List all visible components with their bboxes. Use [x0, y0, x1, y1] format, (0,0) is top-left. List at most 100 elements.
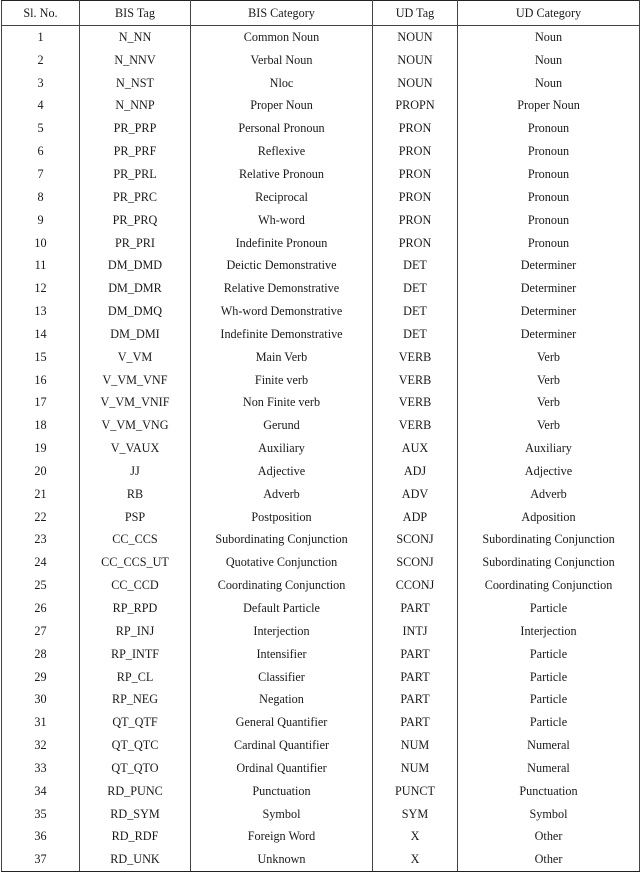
- cell-sl-no: 36: [1, 825, 80, 849]
- cell-ud-tag: VERB: [372, 414, 458, 438]
- cell-ud-tag: PRON: [372, 140, 458, 164]
- cell-ud-category: Pronoun: [457, 163, 640, 186]
- cell-ud-category: Particle: [457, 597, 640, 620]
- cell-sl-no: 5: [1, 117, 80, 141]
- cell-bis-tag: RD_UNK: [79, 848, 191, 872]
- cell-ud-category: Proper Noun: [457, 94, 640, 118]
- cell-ud-tag: DET: [372, 277, 458, 301]
- cell-bis-category: Main Verb: [190, 345, 373, 369]
- cell-bis-category: Adverb: [190, 482, 373, 506]
- table-row: 17 V_VM_VNIF Non Finite verb VERB Verb: [1, 391, 640, 415]
- table-row: 23 CC_CCS Subordinating Conjunction SCONJ Su…: [1, 528, 640, 552]
- cell-sl-no: 35: [1, 802, 80, 826]
- cell-sl-no: 27: [1, 619, 80, 643]
- cell-bis-tag: RP_INTF: [79, 642, 191, 666]
- table-row: 22 PSP Postposition ADP Adposition: [1, 505, 640, 529]
- cell-bis-tag: N_NNP: [79, 94, 191, 118]
- cell-sl-no: 9: [1, 208, 80, 232]
- cell-ud-category: Adverb: [457, 482, 640, 506]
- table-row: 20 JJ Adjective ADJ Adjective: [1, 460, 640, 483]
- cell-ud-tag: PRON: [372, 208, 458, 232]
- cell-bis-tag: PSP: [79, 505, 191, 529]
- table-row: 34 RD_PUNC Punctuation PUNCT Punctuation: [1, 779, 640, 803]
- cell-sl-no: 29: [1, 665, 80, 689]
- cell-bis-tag: QT_QTC: [79, 734, 191, 757]
- table-row: 13 DM_DMQ Wh-word Demonstrative DET Determin…: [1, 300, 640, 323]
- cell-ud-category: Particle: [457, 688, 640, 712]
- table-row: 32 QT_QTC Cardinal Quantifier NUM Numeral: [1, 734, 640, 757]
- cell-ud-tag: PUNCT: [372, 779, 458, 803]
- cell-bis-category: Verbal Noun: [190, 48, 373, 72]
- header-ud-tag: UD Tag: [372, 0, 458, 26]
- cell-bis-tag: PR_PRI: [79, 231, 191, 255]
- cell-bis-category: Nloc: [190, 71, 373, 95]
- table-row: 30 RP_NEG Negation PART Particle: [1, 688, 640, 712]
- cell-ud-tag: PRON: [372, 231, 458, 255]
- cell-ud-category: Particle: [457, 665, 640, 689]
- cell-sl-no: 12: [1, 277, 80, 301]
- cell-ud-tag: SCONJ: [372, 551, 458, 575]
- table-row: 37 RD_UNK Unknown X Other: [1, 848, 640, 872]
- cell-bis-tag: RP_INJ: [79, 619, 191, 643]
- cell-bis-category: Symbol: [190, 802, 373, 826]
- cell-bis-category: Deictic Demonstrative: [190, 254, 373, 278]
- cell-bis-category: Indefinite Pronoun: [190, 231, 373, 255]
- cell-ud-tag: INTJ: [372, 619, 458, 643]
- cell-ud-tag: DET: [372, 300, 458, 323]
- cell-ud-category: Other: [457, 848, 640, 872]
- cell-ud-category: Verb: [457, 391, 640, 415]
- cell-bis-category: Wh-word Demonstrative: [190, 300, 373, 323]
- cell-ud-tag: PART: [372, 711, 458, 735]
- cell-ud-category: Other: [457, 825, 640, 849]
- cell-ud-category: Adjective: [457, 460, 640, 483]
- cell-ud-tag: X: [372, 825, 458, 849]
- table-row: 19 V_VAUX Auxiliary AUX Auxiliary: [1, 437, 640, 461]
- cell-sl-no: 19: [1, 437, 80, 461]
- cell-sl-no: 23: [1, 528, 80, 552]
- cell-bis-category: Personal Pronoun: [190, 117, 373, 141]
- cell-ud-category: Particle: [457, 711, 640, 735]
- cell-sl-no: 13: [1, 300, 80, 323]
- cell-ud-category: Noun: [457, 48, 640, 72]
- cell-ud-tag: PART: [372, 597, 458, 620]
- cell-sl-no: 2: [1, 48, 80, 72]
- header-row: Sl. No. BIS Tag BIS Category UD Tag UD C…: [1, 0, 640, 26]
- cell-bis-category: Common Noun: [190, 25, 373, 49]
- table-row: 21 RB Adverb ADV Adverb: [1, 482, 640, 506]
- cell-sl-no: 4: [1, 94, 80, 118]
- cell-bis-category: Ordinal Quantifier: [190, 757, 373, 780]
- table-row: 27 RP_INJ Interjection INTJ Interjection: [1, 619, 640, 643]
- tagset-mapping-table: Sl. No. BIS Tag BIS Category UD Tag UD C…: [1, 0, 640, 872]
- cell-sl-no: 3: [1, 71, 80, 95]
- cell-bis-tag: RD_PUNC: [79, 779, 191, 803]
- cell-ud-tag: SCONJ: [372, 528, 458, 552]
- cell-ud-category: Determiner: [457, 254, 640, 278]
- cell-bis-category: Non Finite verb: [190, 391, 373, 415]
- table-row: 10 PR_PRI Indefinite Pronoun PRON Pronoun: [1, 231, 640, 255]
- cell-bis-category: Interjection: [190, 619, 373, 643]
- cell-bis-tag: RP_NEG: [79, 688, 191, 712]
- cell-ud-tag: PRON: [372, 163, 458, 186]
- cell-ud-tag: PART: [372, 688, 458, 712]
- table-row: 24 CC_CCS_UT Quotative Conjunction SCONJ Sub…: [1, 551, 640, 575]
- cell-bis-tag: CC_CCD: [79, 574, 191, 598]
- table-row: 14 DM_DMI Indefinite Demonstrative DET Deter…: [1, 322, 640, 346]
- cell-ud-tag: ADJ: [372, 460, 458, 483]
- cell-bis-category: Negation: [190, 688, 373, 712]
- table-row: 3 N_NST Nloc NOUN Noun: [1, 71, 640, 95]
- header-sl-no: Sl. No.: [1, 0, 80, 26]
- cell-ud-category: Noun: [457, 25, 640, 49]
- cell-bis-category: Coordinating Conjunction: [190, 574, 373, 598]
- cell-sl-no: 28: [1, 642, 80, 666]
- cell-bis-tag: DM_DMD: [79, 254, 191, 278]
- cell-sl-no: 15: [1, 345, 80, 369]
- cell-ud-tag: PART: [372, 665, 458, 689]
- table-row: 7 PR_PRL Relative Pronoun PRON Pronoun: [1, 163, 640, 186]
- cell-bis-category: Cardinal Quantifier: [190, 734, 373, 757]
- cell-bis-tag: RB: [79, 482, 191, 506]
- cell-ud-category: Numeral: [457, 734, 640, 757]
- table-row: 12 DM_DMR Relative Demonstrative DET Determi…: [1, 277, 640, 301]
- cell-sl-no: 1: [1, 25, 80, 49]
- cell-bis-tag: CC_CCS: [79, 528, 191, 552]
- cell-ud-tag: ADV: [372, 482, 458, 506]
